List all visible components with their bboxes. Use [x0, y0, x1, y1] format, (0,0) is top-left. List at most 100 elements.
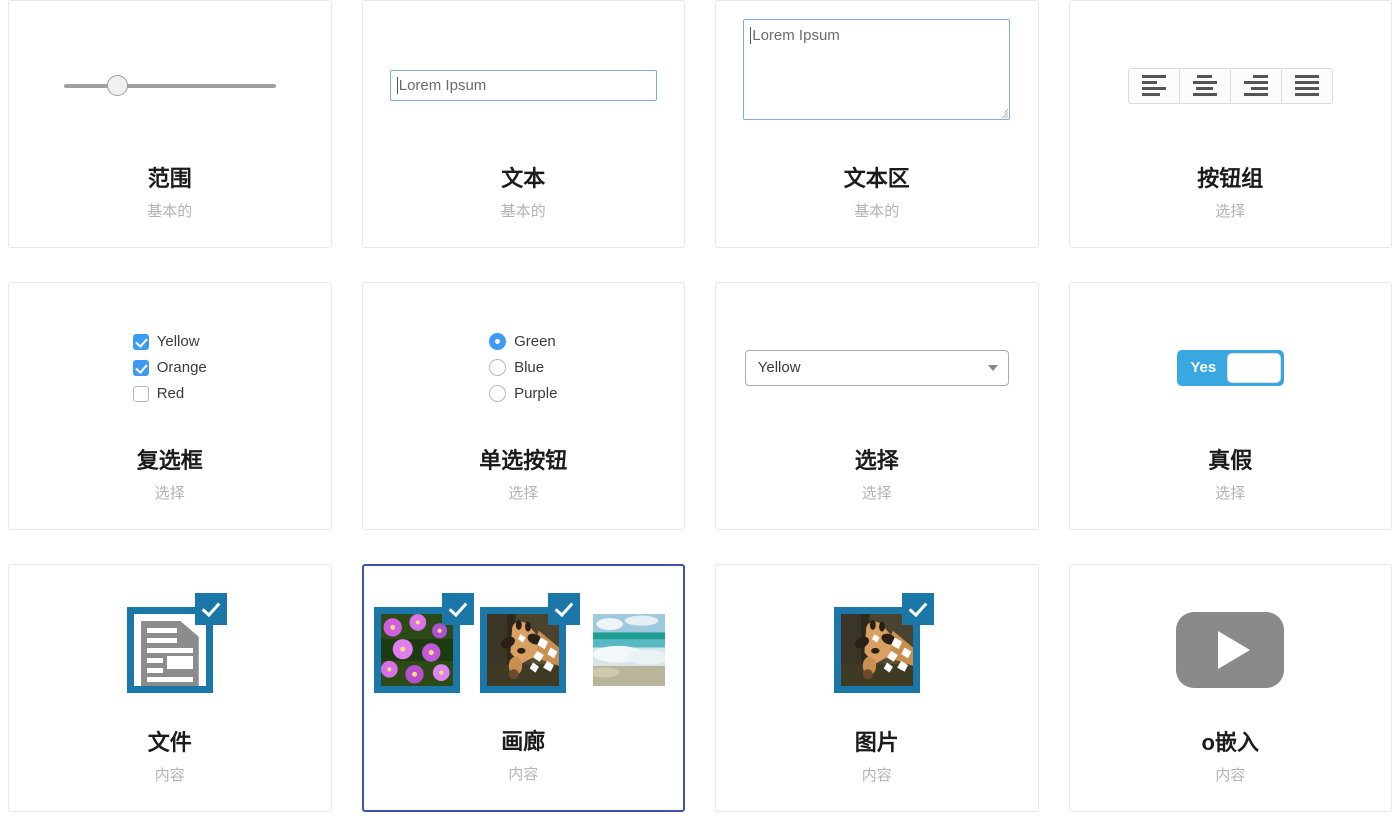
textarea-caret: [750, 27, 752, 44]
card-boolean[interactable]: Yes 真假 选择: [1068, 282, 1392, 530]
checkbox-option-red[interactable]: Red: [132, 385, 207, 403]
card-title: 文件: [147, 729, 192, 755]
checkbox-option-orange[interactable]: Orange: [132, 359, 207, 377]
selected-check-badge-icon: [548, 592, 581, 625]
card-button-group[interactable]: 按钮组 选择: [1068, 0, 1392, 248]
gallery-thumbnail-purple-flowers[interactable]: [374, 592, 475, 693]
card-text[interactable]: Lorem Ipsum 文本 基本的: [361, 0, 685, 248]
text-input[interactable]: Lorem Ipsum: [389, 70, 657, 102]
select-widget-area: Yellow: [716, 283, 1038, 449]
radio-option-green[interactable]: Green: [489, 333, 557, 351]
video-play-button[interactable]: [1176, 611, 1285, 688]
chevron-down-icon[interactable]: [987, 364, 998, 371]
card-select[interactable]: Yellow 选择 选择: [715, 282, 1039, 530]
embed-widget-area: [1070, 565, 1392, 731]
align-center-button[interactable]: [1178, 67, 1231, 104]
card-subtitle: 内容: [1215, 767, 1246, 784]
card-image[interactable]: 图片 内容: [715, 564, 1039, 812]
checkbox-option-yellow[interactable]: Yellow: [132, 333, 207, 350]
card-radio[interactable]: Green Blue Purple 单选按钮 选择: [361, 282, 685, 530]
radio-option-purple[interactable]: Purple: [489, 385, 558, 403]
file-tile[interactable]: [126, 592, 227, 693]
button-group[interactable]: [1127, 67, 1333, 104]
align-right-button[interactable]: [1229, 67, 1282, 104]
radio-widget-area: Green Blue Purple: [363, 283, 685, 449]
checkbox-icon-unchecked[interactable]: [132, 385, 149, 402]
play-icon: [1218, 630, 1251, 669]
card-subtitle: 选择: [508, 485, 539, 502]
card-checkbox[interactable]: Yellow Orange Red 复选框 选择: [8, 282, 332, 530]
toggle-knob[interactable]: [1226, 352, 1281, 383]
select-value: Yellow: [757, 359, 801, 377]
card-embed[interactable]: o嵌入 内容: [1068, 564, 1392, 812]
card-title: 图片: [854, 729, 899, 755]
document-icon: [140, 620, 199, 686]
gallery-thumbnail-strip: [364, 592, 684, 693]
card-title: 复选框: [136, 447, 203, 473]
radio-icon-unselected[interactable]: [489, 359, 507, 377]
card-subtitle: 内容: [861, 767, 892, 784]
radio-label: Blue: [514, 359, 545, 377]
ocean-wave-photo: [593, 613, 666, 686]
toggle-widget-area: Yes: [1070, 283, 1392, 449]
card-subtitle: 基本的: [854, 203, 900, 220]
radio-label: Green: [514, 333, 556, 351]
select-dropdown[interactable]: Yellow: [744, 349, 1009, 386]
button-group-widget-area: [1070, 1, 1392, 167]
radio-label: Purple: [514, 385, 558, 403]
selected-check-badge-icon: [442, 592, 475, 625]
slider-thumb[interactable]: [106, 74, 128, 96]
selected-check-badge-icon: [194, 592, 227, 625]
gallery-thumbnail-giraffe[interactable]: [480, 592, 581, 693]
selected-check-badge-icon: [901, 592, 934, 625]
card-title: 文本区: [843, 165, 910, 191]
text-widget-area: Lorem Ipsum: [363, 1, 685, 167]
checkbox-label: Orange: [156, 359, 207, 377]
file-widget-area: [9, 565, 331, 731]
text-caret: [396, 77, 398, 95]
resize-handle-icon[interactable]: [994, 104, 1009, 118]
card-title: 真假: [1208, 447, 1253, 473]
boolean-toggle[interactable]: Yes: [1176, 349, 1284, 386]
thumbnail-image: [593, 613, 666, 686]
card-subtitle: 内容: [154, 767, 185, 784]
card-file[interactable]: 文件 内容: [8, 564, 332, 812]
checkbox-label: Red: [156, 385, 185, 403]
text-input-value: Lorem Ipsum: [398, 77, 487, 95]
card-subtitle: 选择: [1215, 485, 1246, 502]
card-subtitle: 选择: [861, 485, 892, 502]
align-justify-icon: [1294, 75, 1319, 97]
radio-icon-unselected[interactable]: [489, 385, 507, 403]
radio-option-blue[interactable]: Blue: [489, 359, 557, 377]
card-title: 画廊: [501, 728, 546, 754]
align-center-icon: [1192, 75, 1217, 97]
textarea-input[interactable]: Lorem Ipsum: [743, 19, 1011, 120]
card-title: o嵌入: [1201, 729, 1259, 755]
checkbox-icon-checked[interactable]: [132, 359, 149, 376]
checkbox-icon-checked[interactable]: [132, 333, 149, 350]
align-right-icon: [1243, 75, 1268, 97]
card-title: 范围: [147, 165, 192, 191]
align-left-button[interactable]: [1127, 67, 1180, 104]
checkbox-list: Yellow Orange Red: [132, 333, 207, 403]
slider-track: [63, 83, 276, 88]
card-subtitle: 内容: [508, 766, 539, 783]
image-widget-area: [716, 565, 1038, 731]
radio-icon-selected[interactable]: [489, 333, 507, 351]
textarea-value: Lorem Ipsum: [752, 27, 840, 44]
card-subtitle: 选择: [1215, 203, 1246, 220]
card-textarea[interactable]: Lorem Ipsum 文本区 基本的: [715, 0, 1039, 248]
card-subtitle: 基本的: [147, 203, 193, 220]
card-range[interactable]: 范围 基本的: [8, 0, 332, 248]
checkbox-widget-area: Yellow Orange Red: [9, 283, 331, 449]
card-title: 按钮组: [1197, 165, 1264, 191]
card-gallery[interactable]: 画廊 内容: [361, 564, 685, 812]
range-slider[interactable]: [63, 74, 276, 97]
range-widget-area: [9, 1, 331, 167]
align-left-icon: [1141, 75, 1166, 97]
gallery-thumbnail-ocean-wave[interactable]: [586, 606, 673, 693]
image-tile[interactable]: [833, 592, 934, 693]
align-justify-button[interactable]: [1280, 67, 1333, 104]
card-title: 文本: [501, 165, 546, 191]
gallery-widget-area: [364, 566, 684, 730]
